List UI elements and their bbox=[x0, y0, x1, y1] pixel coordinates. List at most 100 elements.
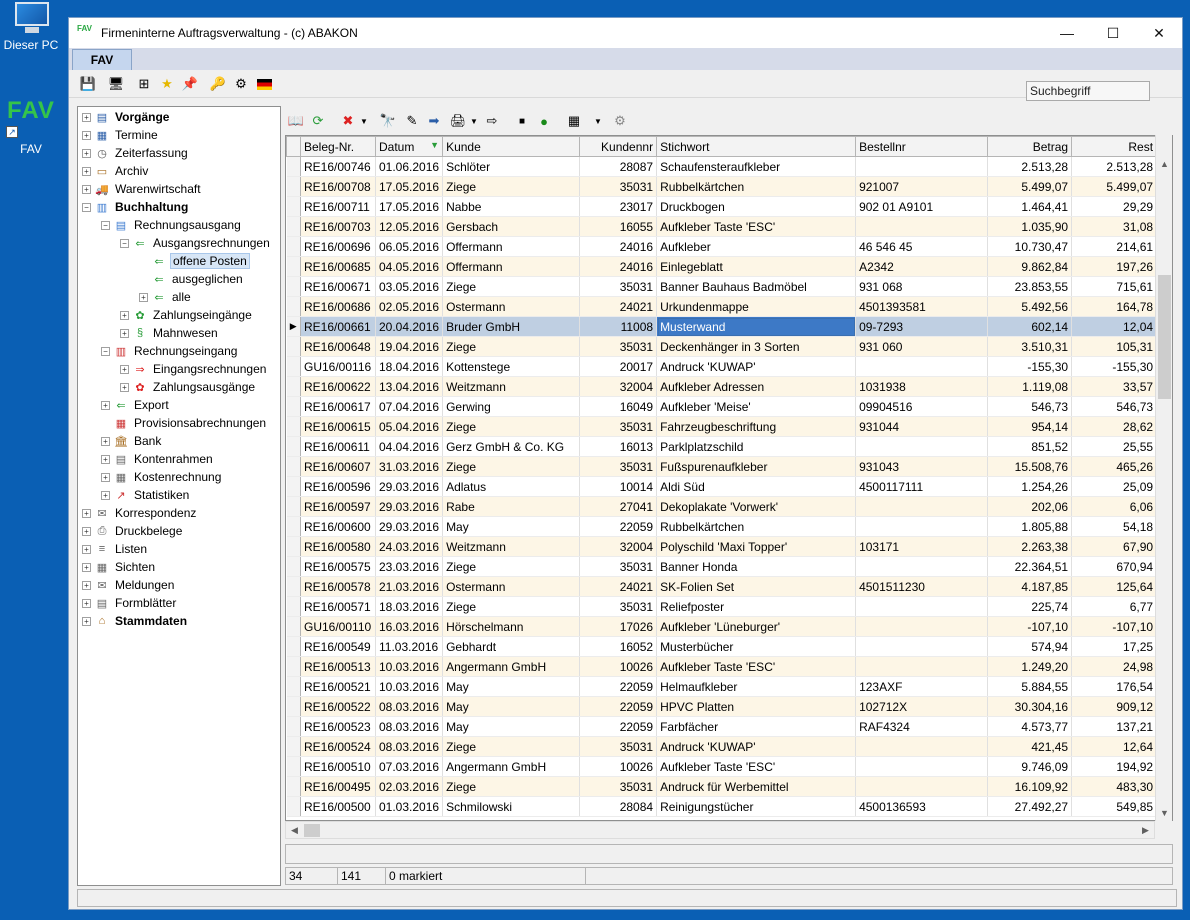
row-indicator[interactable] bbox=[286, 296, 301, 317]
cell-stichwort[interactable]: Banner Honda bbox=[656, 556, 857, 577]
cell-kunde[interactable]: May bbox=[442, 716, 581, 737]
tree-item-ausgangsrechnungen[interactable]: − ⇐ Ausgangsrechnungen bbox=[120, 234, 272, 252]
cell-stichwort[interactable]: Deckenhänger in 3 Sorten bbox=[656, 336, 857, 357]
cell-betrag[interactable]: 954,14 bbox=[987, 416, 1073, 437]
tree-item-offene-posten[interactable]: ⇐ offene Posten bbox=[139, 252, 250, 270]
cell-bestellnr[interactable] bbox=[855, 216, 989, 237]
cell-datum[interactable]: 01.06.2016 bbox=[375, 156, 444, 177]
row-indicator[interactable] bbox=[286, 496, 301, 517]
cell-rest[interactable]: 105,31 bbox=[1071, 336, 1158, 357]
table-row[interactable]: GU16/00110 16.03.2016 Hörschelmann 17026 Auf… bbox=[286, 616, 1158, 637]
cell-kundennr[interactable]: 23017 bbox=[579, 196, 658, 217]
cell-datum[interactable]: 05.04.2016 bbox=[375, 416, 444, 437]
title-bar[interactable]: FAV Firmeninterne Auftragsverwaltung - (… bbox=[69, 18, 1182, 48]
cell-rest[interactable]: 715,61 bbox=[1071, 276, 1158, 297]
desktop-icon-fav[interactable]: FAV ↗ FAV bbox=[0, 98, 62, 156]
cell-kunde[interactable]: May bbox=[442, 676, 581, 697]
expand-icon[interactable]: + bbox=[82, 598, 91, 608]
cell-kunde[interactable]: Ziege bbox=[442, 336, 581, 357]
cell-datum[interactable]: 08.03.2016 bbox=[375, 736, 444, 757]
cell-belegnr[interactable]: RE16/00711 bbox=[300, 196, 376, 217]
german-flag-icon[interactable] bbox=[255, 75, 273, 93]
cell-bestellnr[interactable]: 4500117111 bbox=[855, 476, 989, 497]
table-row[interactable]: RE16/00685 04.05.2016 Offermann 24016 Einleg… bbox=[286, 256, 1158, 277]
cell-betrag[interactable]: 421,45 bbox=[987, 736, 1073, 757]
cell-belegnr[interactable]: RE16/00597 bbox=[300, 496, 376, 517]
cell-betrag[interactable]: 9.746,09 bbox=[987, 756, 1073, 777]
row-indicator[interactable] bbox=[286, 376, 301, 397]
chevron-down-icon[interactable]: ▼ bbox=[465, 112, 483, 130]
cell-datum[interactable]: 07.04.2016 bbox=[375, 396, 444, 417]
cell-kundennr[interactable]: 24016 bbox=[579, 256, 658, 277]
cell-kundennr[interactable]: 17026 bbox=[579, 616, 658, 637]
table-row[interactable]: RE16/00622 13.04.2016 Weitzmann 32004 Aufkle… bbox=[286, 376, 1158, 397]
row-indicator[interactable] bbox=[286, 456, 301, 477]
cell-rest[interactable]: 31,08 bbox=[1071, 216, 1158, 237]
cell-kunde[interactable]: Ziege bbox=[442, 276, 581, 297]
cell-rest[interactable]: 549,85 bbox=[1071, 796, 1158, 817]
cell-bestellnr[interactable] bbox=[855, 436, 989, 457]
table-row[interactable]: RE16/00597 29.03.2016 Rabe 27041 Dekoplakate… bbox=[286, 496, 1158, 517]
cell-kunde[interactable]: Offermann bbox=[442, 256, 581, 277]
cell-kunde[interactable]: Gerz GmbH & Co. KG bbox=[442, 436, 581, 457]
row-indicator[interactable] bbox=[286, 636, 301, 657]
cell-bestellnr[interactable]: 46 546 45 bbox=[855, 236, 989, 257]
table-row[interactable]: RE16/00521 10.03.2016 May 22059 Helmaufklebe… bbox=[286, 676, 1158, 697]
cell-kundennr[interactable]: 35031 bbox=[579, 776, 658, 797]
row-indicator[interactable] bbox=[286, 216, 301, 237]
row-indicator[interactable] bbox=[286, 736, 301, 757]
cell-belegnr[interactable]: RE16/00521 bbox=[300, 676, 376, 697]
row-indicator[interactable] bbox=[286, 156, 301, 177]
cell-datum[interactable]: 03.05.2016 bbox=[375, 276, 444, 297]
status-green-icon[interactable]: ● bbox=[535, 112, 553, 130]
cell-kundennr[interactable]: 35031 bbox=[579, 336, 658, 357]
cell-stichwort[interactable]: Andruck 'KUWAP' bbox=[656, 736, 857, 757]
cell-belegnr[interactable]: RE16/00671 bbox=[300, 276, 376, 297]
cell-kundennr[interactable]: 10026 bbox=[579, 656, 658, 677]
cell-kunde[interactable]: Ziege bbox=[442, 776, 581, 797]
expand-icon[interactable]: + bbox=[82, 526, 91, 536]
expand-icon[interactable]: + bbox=[101, 400, 110, 410]
tree-item-sichten[interactable]: + ▦ Sichten bbox=[82, 558, 157, 576]
row-indicator[interactable] bbox=[286, 676, 301, 697]
cell-kunde[interactable]: Ostermann bbox=[442, 576, 581, 597]
cell-kunde[interactable]: Weitzmann bbox=[442, 536, 581, 557]
cell-kundennr[interactable]: 24016 bbox=[579, 236, 658, 257]
row-indicator[interactable] bbox=[286, 696, 301, 717]
cell-belegnr[interactable]: RE16/00580 bbox=[300, 536, 376, 557]
tree-item-formblätter[interactable]: + ▤ Formblätter bbox=[82, 594, 178, 612]
cell-belegnr[interactable]: RE16/00549 bbox=[300, 636, 376, 657]
grid-view-icon[interactable]: ▦ bbox=[565, 112, 583, 130]
cell-betrag[interactable]: 1.254,26 bbox=[987, 476, 1073, 497]
table-row[interactable]: RE16/00495 02.03.2016 Ziege 35031 Andruck fü… bbox=[286, 776, 1158, 797]
cell-belegnr[interactable]: RE16/00571 bbox=[300, 596, 376, 617]
cell-belegnr[interactable]: RE16/00661 bbox=[300, 316, 376, 337]
cell-bestellnr[interactable] bbox=[855, 516, 989, 537]
cell-kunde[interactable]: Ziege bbox=[442, 556, 581, 577]
cell-belegnr[interactable]: RE16/00575 bbox=[300, 556, 376, 577]
cell-betrag[interactable]: 16.109,92 bbox=[987, 776, 1073, 797]
cell-kundennr[interactable]: 35031 bbox=[579, 416, 658, 437]
save-icon[interactable]: 💾 bbox=[79, 75, 97, 93]
table-row[interactable]: RE16/00611 04.04.2016 Gerz GmbH & Co. KG 16… bbox=[286, 436, 1158, 457]
table-row[interactable]: RE16/00711 17.05.2016 Nabbe 23017 Druckbogen… bbox=[286, 196, 1158, 217]
cell-belegnr[interactable]: GU16/00110 bbox=[300, 616, 376, 637]
cell-stichwort[interactable]: Aufkleber 'Meise' bbox=[656, 396, 857, 417]
cell-kundennr[interactable]: 16013 bbox=[579, 436, 658, 457]
scroll-thumb[interactable] bbox=[1158, 275, 1171, 399]
cell-bestellnr[interactable]: 09-7293 bbox=[855, 316, 989, 337]
cell-stichwort[interactable]: Rubbelkärtchen bbox=[656, 516, 857, 537]
tree-item-eingangsrechnungen[interactable]: + ⇒ Eingangsrechnungen bbox=[120, 360, 268, 378]
column-header-beleg[interactable]: Beleg-Nr. bbox=[300, 136, 376, 157]
cell-bestellnr[interactable] bbox=[855, 156, 989, 177]
cell-kunde[interactable]: Offermann bbox=[442, 236, 581, 257]
scroll-right-icon[interactable]: ▶ bbox=[1137, 822, 1154, 839]
cell-belegnr[interactable]: RE16/00510 bbox=[300, 756, 376, 777]
row-indicator[interactable] bbox=[286, 716, 301, 737]
cell-kundennr[interactable]: 32004 bbox=[579, 536, 658, 557]
cell-kunde[interactable]: Kottenstege bbox=[442, 356, 581, 377]
cell-betrag[interactable]: 1.464,41 bbox=[987, 196, 1073, 217]
cell-bestellnr[interactable]: 09904516 bbox=[855, 396, 989, 417]
cell-kundennr[interactable]: 24021 bbox=[579, 576, 658, 597]
cell-stichwort[interactable]: Druckbogen bbox=[656, 196, 857, 217]
